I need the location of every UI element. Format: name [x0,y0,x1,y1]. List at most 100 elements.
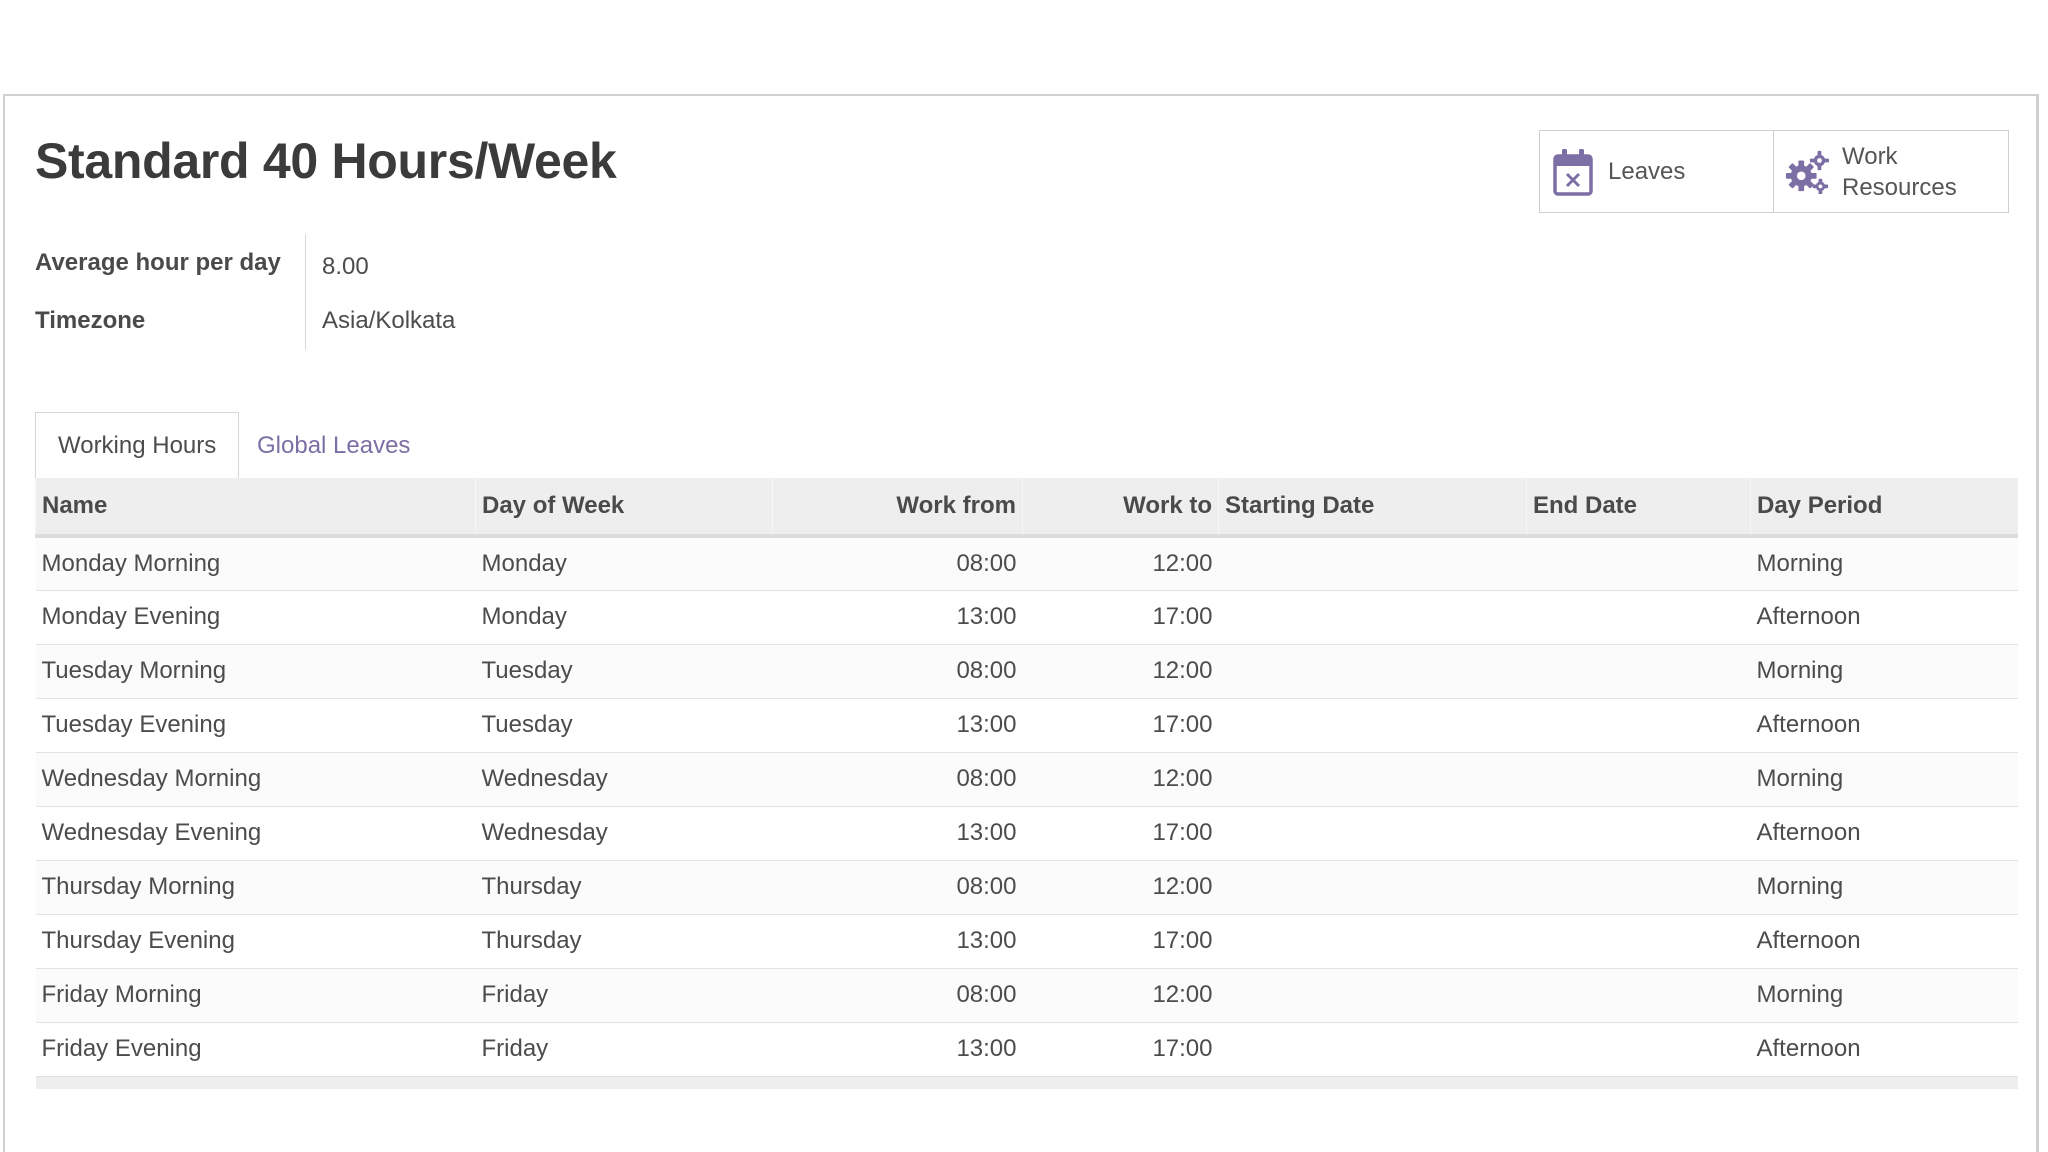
cell-starting-date [1218,644,1527,699]
cell-starting-date [1218,860,1527,915]
work-resources-button-label: Work Resources [1842,141,1957,203]
column-header-end-date[interactable]: End Date [1526,478,1751,538]
column-header-day-period[interactable]: Day Period [1750,478,2018,538]
cell-work-to: 12:00 [1022,752,1219,807]
cell-work-to: 12:00 [1022,644,1219,699]
cell-name: Tuesday Evening [35,698,476,753]
table-row[interactable]: Monday Evening Monday 13:00 17:00 Afternoon [35,590,2018,645]
cell-work-to: 17:00 [1022,806,1219,861]
tab-working-hours[interactable]: Working Hours [35,412,240,479]
cell-work-from: 13:00 [772,590,1023,645]
cell-day-period: Morning [1750,968,2018,1023]
cell-starting-date [1218,536,1527,591]
working-hours-table: Name Day of Week Work from Work to Start… [35,478,2018,1089]
cell-starting-date [1218,806,1527,861]
cell-name: Monday Evening [35,590,476,645]
cell-end-date [1526,806,1751,861]
table-row[interactable]: Friday Evening Friday 13:00 17:00 Afternoon [35,1022,2018,1077]
table-footer [35,1076,2018,1089]
cell-starting-date [1218,1022,1527,1077]
cell-name: Thursday Evening [35,914,476,969]
field-label-average-hour: Average hour per day [35,249,281,276]
table-body: Monday Morning Monday 08:00 12:00 Morning Mon… [35,536,2018,1077]
cell-day-period: Afternoon [1750,1022,2018,1077]
cell-name: Monday Morning [35,536,476,591]
leaves-button-label: Leaves [1608,158,1686,185]
cell-day-of-week: Monday [475,536,773,591]
cell-work-to: 12:00 [1022,968,1219,1023]
work-resources-label-line1: Work [1842,142,1898,170]
table-row[interactable]: Tuesday Morning Tuesday 08:00 12:00 Morning [35,644,2018,699]
cell-day-period: Morning [1750,752,2018,807]
cell-day-of-week: Wednesday [475,752,773,807]
table-row[interactable]: Wednesday Evening Wednesday 13:00 17:00 Afte… [35,806,2018,861]
cell-end-date [1526,914,1751,969]
tab-global-leaves[interactable]: Global Leaves [235,412,432,479]
cell-name: Wednesday Morning [35,752,476,807]
field-value-average-hour[interactable]: 8.00 [305,234,369,292]
cell-day-of-week: Friday [475,968,773,1023]
cell-end-date [1526,752,1751,807]
column-header-work-to[interactable]: Work to [1022,478,1219,538]
cell-day-of-week: Thursday [475,860,773,915]
cell-work-from: 13:00 [772,698,1023,753]
field-label-timezone: Timezone [35,307,146,334]
cell-work-to: 17:00 [1022,1022,1219,1077]
cell-name: Wednesday Evening [35,806,476,861]
cell-day-of-week: Wednesday [475,806,773,861]
cell-work-to: 17:00 [1022,698,1219,753]
cell-day-of-week: Tuesday [475,644,773,699]
cell-starting-date [1218,968,1527,1023]
column-header-day-of-week[interactable]: Day of Week [475,478,773,538]
cell-name: Friday Morning [35,968,476,1023]
cell-day-period: Morning [1750,536,2018,591]
cell-day-of-week: Tuesday [475,698,773,753]
cell-end-date [1526,590,1751,645]
cell-starting-date [1218,698,1527,753]
table-row[interactable]: Tuesday Evening Tuesday 13:00 17:00 Afternoo… [35,698,2018,753]
cell-work-to: 17:00 [1022,914,1219,969]
cell-end-date [1526,860,1751,915]
cell-work-from: 08:00 [772,968,1023,1023]
table-row[interactable]: Monday Morning Monday 08:00 12:00 Morning [35,536,2018,591]
table-row[interactable]: Friday Morning Friday 08:00 12:00 Morning [35,968,2018,1023]
table-row[interactable]: Wednesday Morning Wednesday 08:00 12:00 Morn… [35,752,2018,807]
cell-day-of-week: Thursday [475,914,773,969]
calendar-x-icon [1550,145,1596,199]
cell-end-date [1526,1022,1751,1077]
cell-work-from: 13:00 [772,914,1023,969]
form-fields: Average hour per day 8.00 Timezone Asia/… [35,234,455,350]
form-sheet: Standard 40 Hours/Week Leaves Work Resou… [3,94,2039,1152]
cell-day-of-week: Monday [475,590,773,645]
cell-name: Thursday Morning [35,860,476,915]
column-header-work-from[interactable]: Work from [772,478,1023,538]
cell-work-from: 08:00 [772,644,1023,699]
field-value-timezone[interactable]: Asia/Kolkata [305,292,455,350]
cell-day-period: Afternoon [1750,914,2018,969]
field-timezone: Timezone Asia/Kolkata [35,292,455,350]
cell-day-period: Morning [1750,860,2018,915]
cell-day-period: Afternoon [1750,806,2018,861]
cell-work-to: 12:00 [1022,536,1219,591]
field-average-hour: Average hour per day 8.00 [35,234,455,292]
work-resources-button[interactable]: Work Resources [1774,131,2008,212]
table-row[interactable]: Thursday Evening Thursday 13:00 17:00 Aftern… [35,914,2018,969]
cell-work-from: 13:00 [772,806,1023,861]
column-header-name[interactable]: Name [35,478,476,538]
cell-day-period: Morning [1750,644,2018,699]
notebook-tabs: Working Hours Global Leaves [35,412,2017,479]
cell-work-to: 17:00 [1022,590,1219,645]
cell-work-from: 13:00 [772,1022,1023,1077]
cell-day-period: Afternoon [1750,698,2018,753]
cell-starting-date [1218,590,1527,645]
table-row[interactable]: Thursday Morning Thursday 08:00 12:00 Mornin… [35,860,2018,915]
column-header-starting-date[interactable]: Starting Date [1218,478,1527,538]
cell-day-of-week: Friday [475,1022,773,1077]
cell-work-from: 08:00 [772,860,1023,915]
cell-starting-date [1218,914,1527,969]
leaves-button[interactable]: Leaves [1540,131,1774,212]
page-title: Standard 40 Hours/Week [35,133,617,189]
cell-day-period: Afternoon [1750,590,2018,645]
cell-work-from: 08:00 [772,752,1023,807]
cell-work-from: 08:00 [772,536,1023,591]
